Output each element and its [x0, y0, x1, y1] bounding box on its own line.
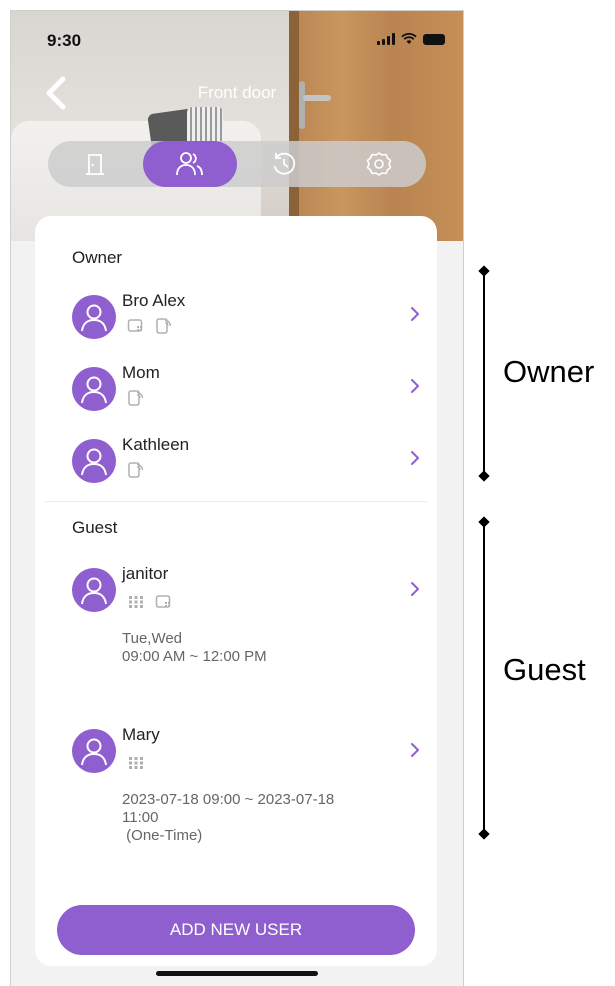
phone-nfc-icon [156, 318, 172, 334]
schedule-datetime: 2023-07-18 09:00 ~ 2023-07-18 [122, 791, 335, 808]
gear-icon [366, 152, 392, 176]
user-name: Mom [122, 363, 160, 382]
user-name: Mary [122, 725, 160, 744]
chevron-right-icon [411, 743, 419, 757]
signal-icon [377, 33, 395, 45]
owner-section-title: Owner [72, 248, 123, 267]
avatar [72, 568, 116, 612]
owner-bracket-bottom [478, 470, 490, 482]
person-icon [81, 738, 107, 766]
guest-bracket-bottom [478, 828, 490, 840]
status-icons [377, 33, 445, 45]
phone-nfc-icon [128, 390, 144, 406]
chevron-right-icon [411, 307, 419, 321]
schedule-days: Tue,Wed [122, 630, 183, 647]
status-time: 9:30 [47, 31, 82, 50]
user-name: Bro Alex [122, 291, 186, 310]
tab-history[interactable] [237, 141, 332, 187]
list-item[interactable]: Kathleen [72, 435, 422, 495]
section-divider [45, 501, 427, 502]
chevron-right-icon [411, 451, 419, 465]
wifi-icon [401, 33, 417, 44]
person-icon [81, 376, 107, 404]
person-icon [81, 304, 107, 332]
owner-bracket-line [483, 271, 485, 475]
history-icon [273, 152, 296, 175]
card-icon [127, 319, 143, 332]
user-name: janitor [122, 564, 169, 583]
list-item[interactable]: Mary 2023-07-18 09:00 ~ 2023-07-18 11:00… [72, 725, 422, 855]
list-item[interactable]: janitor Tue,Wed 09:00 AM ~ 12:00 PM [72, 564, 422, 674]
battery-icon [423, 33, 445, 45]
schedule-type: (One-Time) [122, 827, 203, 844]
users-icon [175, 152, 203, 176]
chevron-right-icon [411, 582, 419, 596]
list-item[interactable]: Bro Alex [72, 291, 422, 351]
guest-annotation-label: Guest [503, 652, 586, 687]
page-title: Front door [197, 83, 277, 102]
owner-annotation-label: Owner [503, 354, 595, 389]
user-list-card: Owner Bro Alex Mom Kathleen Guest janito… [35, 216, 437, 966]
phone-screen: 9:30 Front door Owner Bro Alex Mom Kathl… [10, 10, 464, 986]
guest-section-title: Guest [72, 518, 118, 537]
chevron-right-icon [411, 379, 419, 393]
person-icon [81, 448, 107, 476]
card-icon [155, 595, 171, 608]
add-new-user-button[interactable]: ADD NEW USER [57, 905, 415, 955]
person-icon [81, 577, 107, 605]
avatar [72, 367, 116, 411]
home-indicator [156, 971, 318, 976]
user-name: Kathleen [122, 435, 190, 454]
schedule-datetime-end: 11:00 [122, 809, 159, 826]
phone-nfc-icon [128, 462, 144, 478]
schedule-time: 09:00 AM ~ 12:00 PM [122, 648, 267, 665]
keypad-icon [129, 596, 143, 608]
keypad-icon [129, 757, 143, 769]
list-item[interactable]: Mom [72, 363, 422, 423]
avatar [72, 295, 116, 339]
tab-settings[interactable] [332, 141, 427, 187]
guest-bracket-line [483, 522, 485, 834]
tab-door[interactable] [48, 141, 143, 187]
avatar [72, 729, 116, 773]
tab-bar [48, 141, 426, 187]
avatar [72, 439, 116, 483]
tab-users[interactable] [142, 141, 237, 187]
door-icon [86, 154, 105, 175]
